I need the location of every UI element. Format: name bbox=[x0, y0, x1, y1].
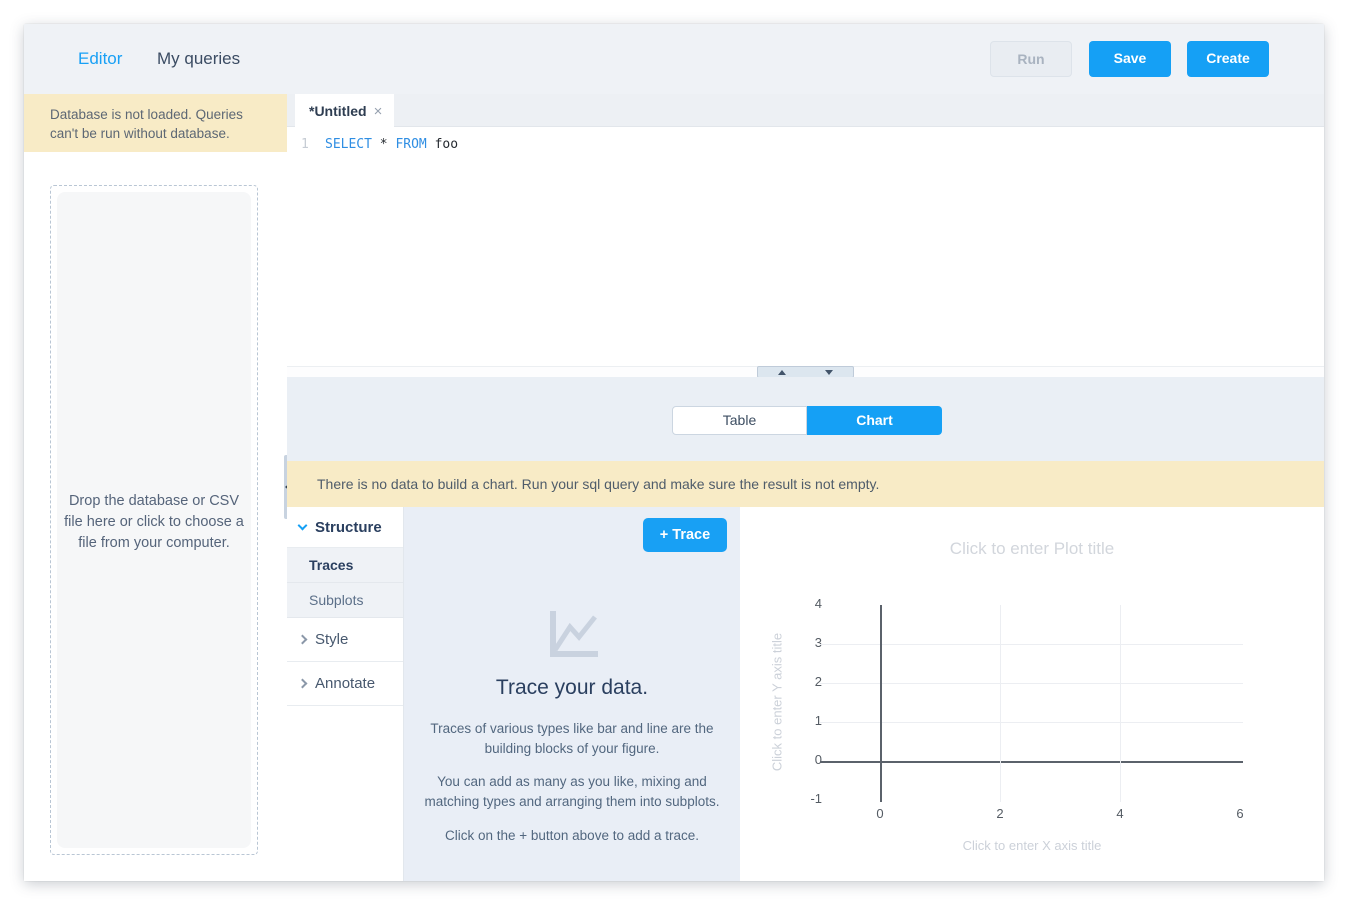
sql-keyword-select: SELECT bbox=[325, 137, 372, 152]
chart-editor: Structure Traces Subplots Style Annotate bbox=[287, 507, 1324, 881]
y-tick-label: 4 bbox=[780, 596, 822, 611]
database-sidebar: Database is not loaded. Queries can't be… bbox=[24, 94, 287, 881]
chevron-down-icon bbox=[298, 521, 308, 531]
zero-line-y bbox=[880, 605, 882, 802]
create-button[interactable]: Create bbox=[1187, 41, 1269, 77]
sql-code-text: SELECT * FROM foo bbox=[325, 136, 458, 154]
run-button[interactable]: Run bbox=[990, 41, 1072, 77]
view-toggle: Table Chart bbox=[672, 406, 942, 435]
query-tab-untitled[interactable]: *Untitled × bbox=[295, 94, 394, 128]
sql-table-name: foo bbox=[427, 137, 458, 152]
sidebar-item-traces[interactable]: Traces bbox=[287, 548, 403, 583]
no-data-warning-banner: There is no data to build a chart. Run y… bbox=[287, 461, 1324, 507]
traces-label: Traces bbox=[309, 557, 353, 573]
traces-panel: + Trace Trace your data. Traces of vario… bbox=[404, 507, 740, 881]
sidebar-item-subplots[interactable]: Subplots bbox=[287, 583, 403, 618]
query-tab-bar: *Untitled × bbox=[287, 94, 1324, 127]
x-tick-label: 6 bbox=[1220, 806, 1260, 821]
arrow-down-icon bbox=[825, 370, 833, 375]
x-tick-label: 0 bbox=[860, 806, 900, 821]
chevron-right-icon bbox=[298, 635, 308, 645]
sql-editor[interactable]: 1 SELECT * FROM foo bbox=[287, 128, 1324, 366]
zero-line-x bbox=[820, 761, 1243, 763]
sidebar-item-style[interactable]: Style bbox=[287, 618, 403, 662]
gridline-v bbox=[1120, 605, 1121, 802]
gridline-h bbox=[820, 644, 1243, 645]
nav-tab-my-queries[interactable]: My queries bbox=[157, 24, 240, 94]
query-tab-title: *Untitled bbox=[309, 103, 367, 119]
arrow-up-icon bbox=[778, 370, 786, 375]
results-panel: Table Chart bbox=[287, 377, 1324, 461]
line-number: 1 bbox=[301, 136, 309, 154]
database-warning-banner: Database is not loaded. Queries can't be… bbox=[24, 94, 287, 152]
file-dropzone-label: Drop the database or CSV file here or cl… bbox=[61, 491, 247, 554]
table-view-button[interactable]: Table bbox=[672, 406, 807, 435]
sql-operator: * bbox=[372, 137, 395, 152]
empty-state-body-3: Click on the + button above to add a tra… bbox=[420, 826, 724, 846]
style-label: Style bbox=[315, 631, 348, 648]
main-area: *Untitled × 1 SELECT * FROM foo Table Ch… bbox=[287, 94, 1324, 881]
chart-editor-sidebar: Structure Traces Subplots Style Annotate bbox=[287, 507, 404, 881]
sidebar-item-annotate[interactable]: Annotate bbox=[287, 662, 403, 706]
empty-state-body-2: You can add as many as you like, mixing … bbox=[420, 772, 724, 812]
y-tick-label: 1 bbox=[780, 713, 822, 728]
empty-state-body-1: Traces of various types like bar and lin… bbox=[420, 719, 724, 759]
x-tick-label: 4 bbox=[1100, 806, 1140, 821]
close-tab-icon[interactable]: × bbox=[374, 103, 383, 120]
y-axis-title-placeholder[interactable]: Click to enter Y axis title bbox=[770, 633, 785, 771]
plot-preview: Click to enter Plot title Click to enter… bbox=[740, 507, 1324, 881]
subplots-label: Subplots bbox=[309, 592, 363, 608]
sql-keyword-from: FROM bbox=[395, 137, 426, 152]
nav-tab-editor[interactable]: Editor bbox=[78, 24, 122, 94]
empty-state-heading: Trace your data. bbox=[404, 676, 740, 700]
save-button[interactable]: Save bbox=[1089, 41, 1171, 77]
structure-label: Structure bbox=[315, 519, 382, 536]
y-tick-label: 3 bbox=[780, 635, 822, 650]
chart-view-button[interactable]: Chart bbox=[807, 406, 942, 435]
plot-title-placeholder[interactable]: Click to enter Plot title bbox=[740, 539, 1324, 559]
x-tick-label: 2 bbox=[980, 806, 1020, 821]
gridline-v bbox=[1000, 605, 1001, 802]
file-dropzone[interactable]: Drop the database or CSV file here or cl… bbox=[50, 185, 258, 855]
y-tick-label: 0 bbox=[780, 752, 822, 767]
gridline-h bbox=[820, 683, 1243, 684]
top-header: Editor My queries Run Save Create bbox=[24, 24, 1324, 94]
y-tick-label: 2 bbox=[780, 674, 822, 689]
y-tick-label: -1 bbox=[780, 791, 822, 806]
line-chart-icon bbox=[545, 607, 599, 664]
chevron-right-icon bbox=[298, 679, 308, 689]
add-trace-button[interactable]: + Trace bbox=[643, 518, 727, 552]
x-axis-title-placeholder[interactable]: Click to enter X axis title bbox=[740, 838, 1324, 853]
editor-results-resizer[interactable] bbox=[287, 366, 1324, 377]
app-window: Editor My queries Run Save Create Databa… bbox=[24, 24, 1324, 881]
annotate-label: Annotate bbox=[315, 675, 375, 692]
sidebar-item-structure[interactable]: Structure bbox=[287, 507, 403, 548]
gridline-h bbox=[820, 722, 1243, 723]
